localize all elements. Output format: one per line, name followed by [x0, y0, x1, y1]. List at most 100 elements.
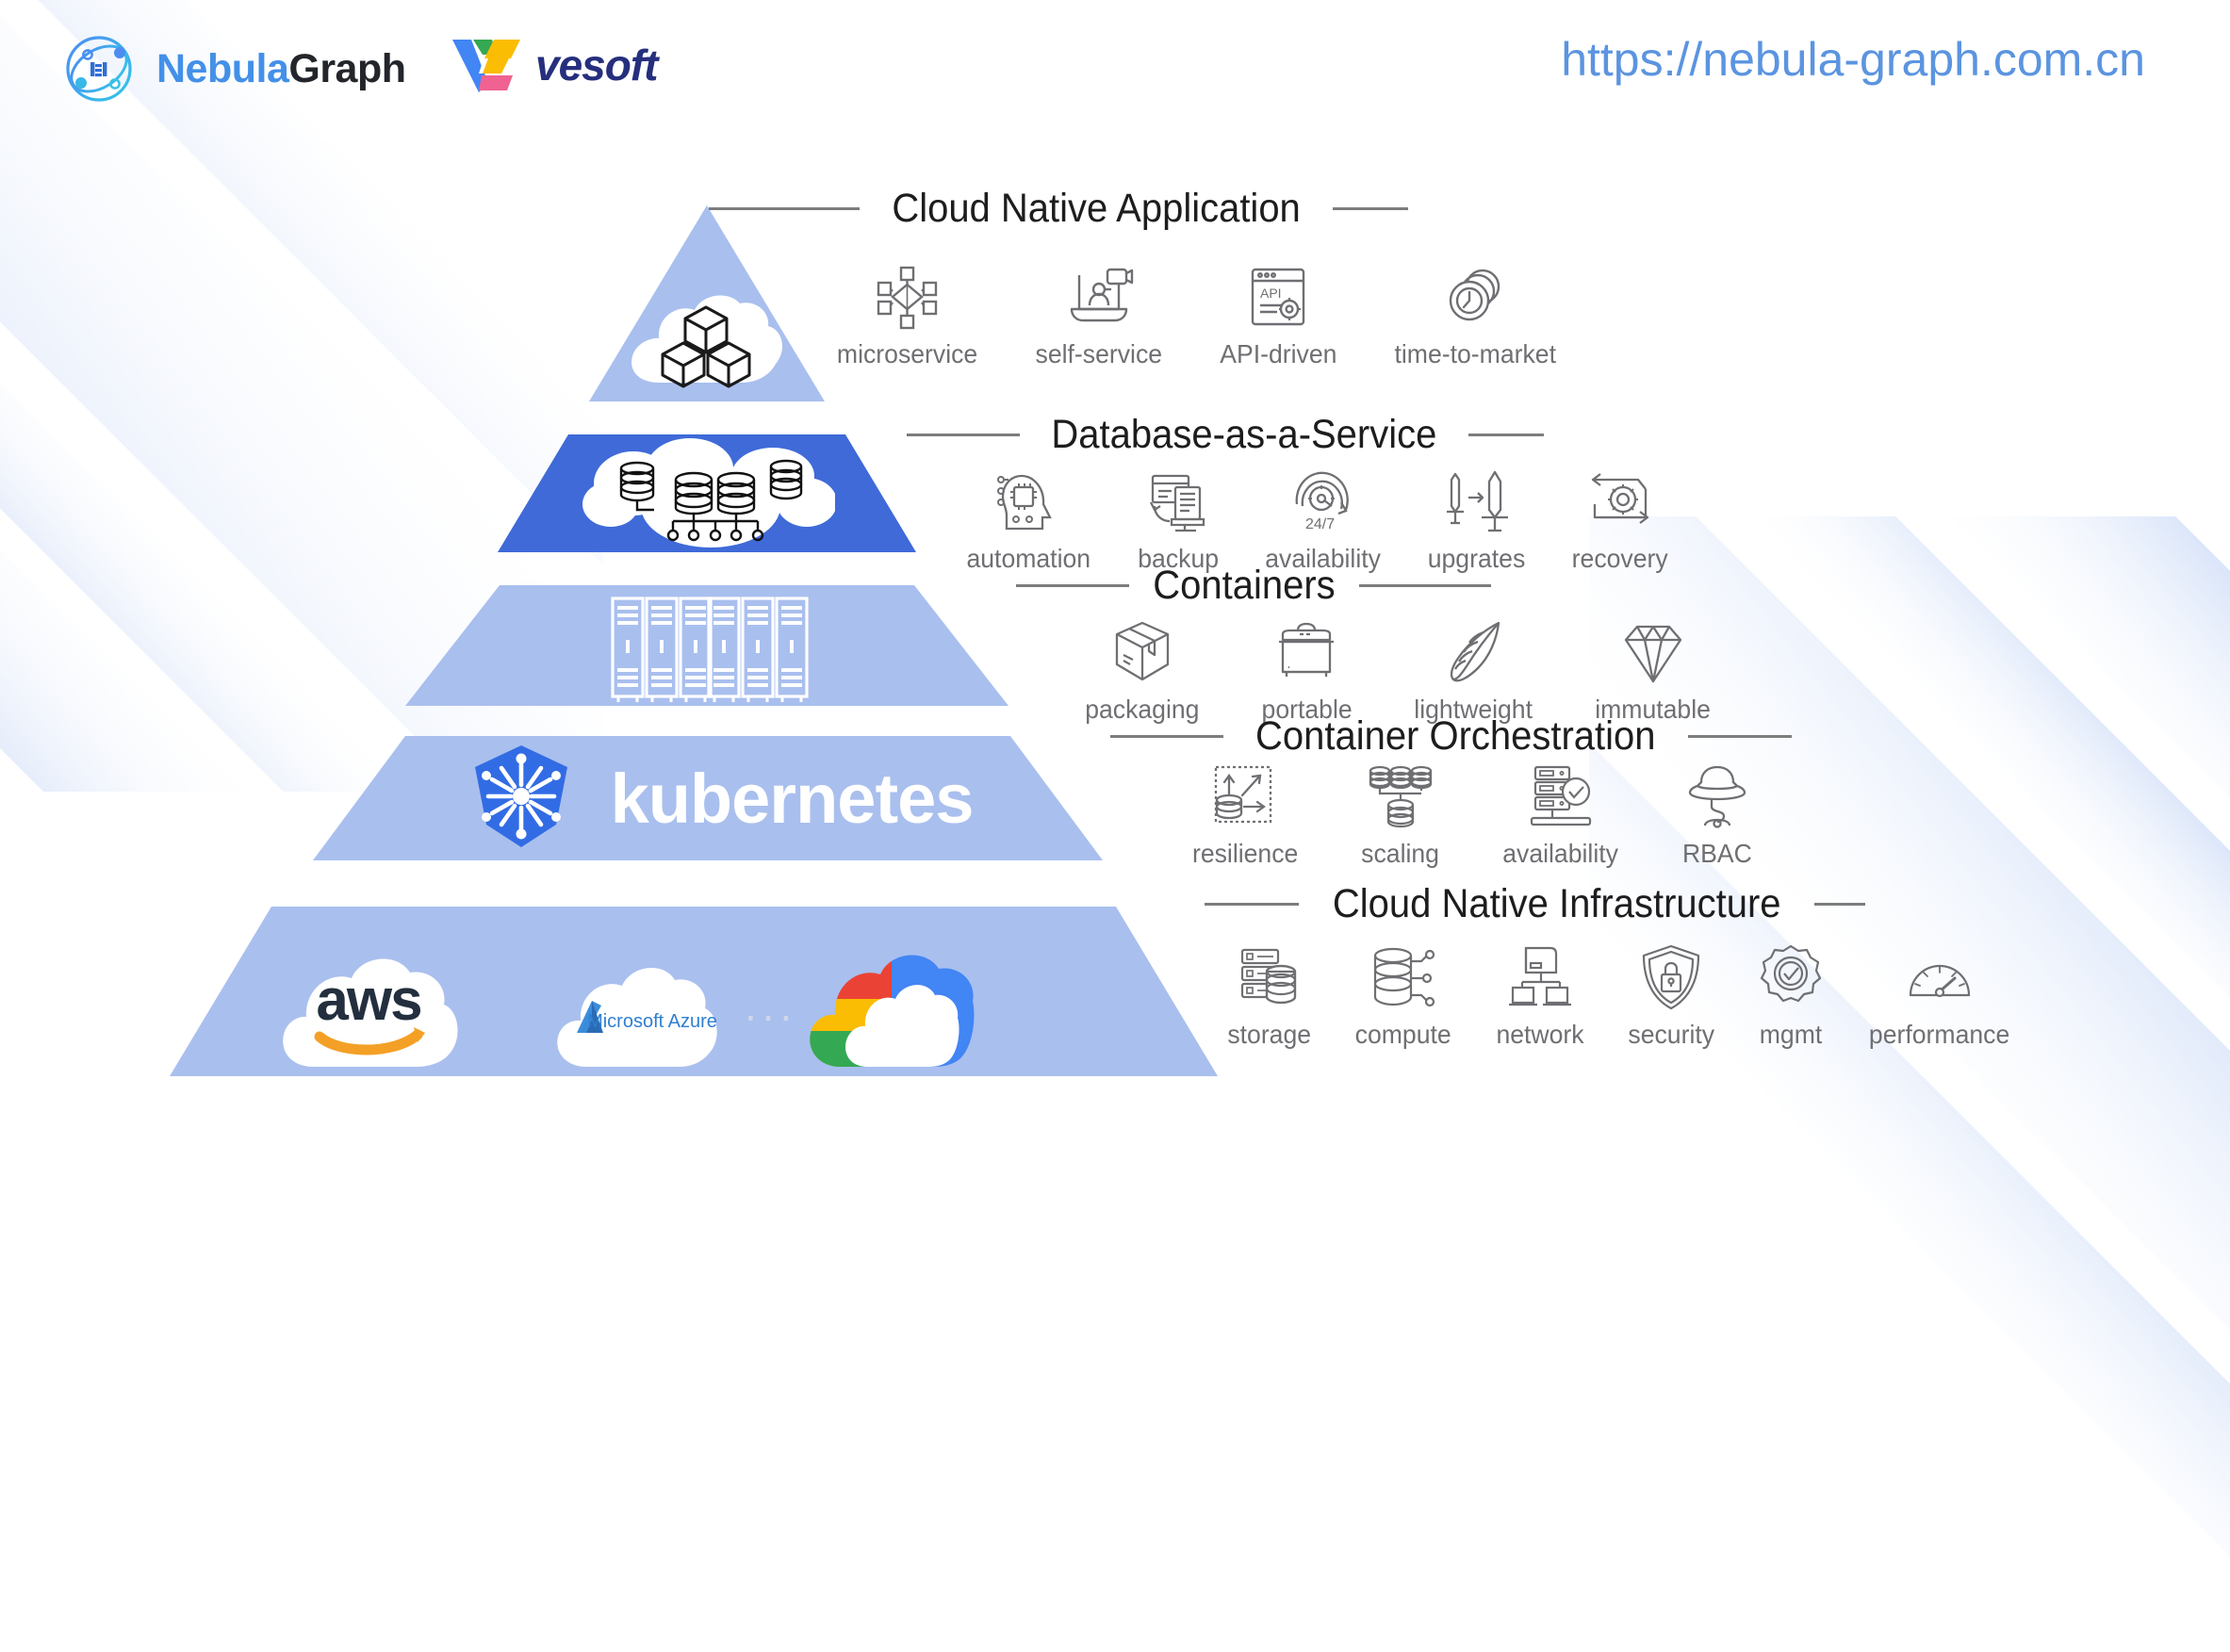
clouds-with-databases-icon [579, 438, 835, 549]
feature-label: compute [1355, 1020, 1452, 1049]
database-tree-icon [1366, 761, 1435, 831]
caption-rule-left [1205, 903, 1299, 906]
feature-backup[interactable]: backup [1136, 466, 1221, 572]
feature-resilience[interactable]: resilience [1189, 761, 1301, 867]
gear-check-icon [1756, 942, 1826, 1012]
feature-portable[interactable]: portable [1259, 617, 1354, 723]
server-check-icon [1526, 761, 1596, 831]
caption-rule-left [907, 433, 1020, 436]
server-racks-icon [605, 595, 809, 704]
azure-cloud-logo[interactable]: Microsoft Azure [550, 937, 720, 1069]
feature-compute[interactable]: compute [1353, 942, 1453, 1048]
feature-row-database-as-a-service: automation backup 24/7 availability upgr… [963, 466, 1670, 572]
caption-container-orchestration: Container Orchestration [1110, 716, 1792, 757]
feature-storage[interactable]: storage [1225, 942, 1313, 1048]
caption-containers: Containers [1016, 565, 1491, 606]
gauge-icon [1905, 942, 1975, 1012]
layer-database-as-a-service [498, 434, 916, 552]
svg-text:Microsoft Azure: Microsoft Azure [587, 1011, 717, 1032]
feature-self-service[interactable]: self-service [1032, 262, 1166, 368]
feature-packaging[interactable]: packaging [1082, 617, 1203, 723]
api-window-gear-icon: API [1243, 262, 1313, 332]
feature-label: recovery [1571, 544, 1668, 573]
caption-rule-right [1333, 207, 1409, 210]
feature-security[interactable]: security [1626, 942, 1716, 1048]
feature-row-container-orchestration: resilience scaling availability RBAC [1189, 761, 1753, 867]
aws-cloud-logo[interactable]: aws [276, 929, 461, 1069]
feature-mgmt[interactable]: mgmt [1756, 942, 1826, 1048]
feature-row-containers: packaging portable lightweight immutable [1082, 617, 1713, 723]
feature-label: resilience [1191, 839, 1299, 868]
caption-title: Container Orchestration [1254, 713, 1656, 759]
feature-label: network [1496, 1020, 1584, 1049]
caption-title: Cloud Native Infrastructure [1332, 881, 1781, 926]
feature-upgrates[interactable]: upgrates [1425, 466, 1528, 572]
caption-rule-left [709, 207, 860, 210]
feature-row-cloud-native-application: microservice self-service API API-driven… [833, 262, 1561, 368]
gear-refresh-icon [1585, 466, 1655, 536]
caption-rule-left [1110, 735, 1223, 738]
caption-rule-left [1016, 584, 1129, 587]
ellipsis: ... [745, 981, 798, 1030]
feature-label: API-driven [1220, 339, 1337, 368]
cardboard-box-icon [1107, 617, 1177, 687]
detective-hat-icon [1682, 761, 1752, 831]
feature-immutable[interactable]: immutable [1592, 617, 1713, 723]
feature-microservice[interactable]: microservice [833, 262, 981, 368]
feature-availability-k8s[interactable]: availability [1500, 761, 1621, 867]
feature-recovery[interactable]: recovery [1569, 466, 1670, 572]
compute-cylinder-icon [1369, 942, 1438, 1012]
feature-label: performance [1869, 1020, 2010, 1049]
microservice-nodes-icon [873, 262, 943, 332]
caption-title: Containers [1153, 563, 1336, 608]
network-nodes-icon [1505, 942, 1575, 1012]
cloud-with-cubes-icon [625, 271, 789, 392]
feature-api-driven[interactable]: API API-driven [1217, 262, 1340, 368]
feature-label: self-service [1035, 339, 1163, 368]
feature-scaling[interactable]: scaling [1359, 761, 1441, 867]
svg-text:API: API [1260, 286, 1282, 301]
caption-database-as-a-service: Database-as-a-Service [907, 415, 1544, 455]
feature-availability[interactable]: 24/7 availability [1262, 466, 1384, 572]
feature-label: security [1628, 1020, 1714, 1049]
feature-label: storage [1227, 1020, 1312, 1049]
caption-rule-right [1687, 735, 1792, 738]
24-7-dial-icon: 24/7 [1287, 466, 1357, 536]
feature-automation[interactable]: automation [963, 466, 1094, 572]
feature-lightweight[interactable]: lightweight [1411, 617, 1535, 723]
feature-network[interactable]: network [1494, 942, 1586, 1048]
feature-rbac[interactable]: RBAC [1681, 761, 1754, 867]
layer-cloud-native-application [589, 205, 825, 401]
storage-server-icon [1235, 942, 1304, 1012]
scale-arrows-db-icon [1210, 761, 1280, 831]
cloud-native-stack-pyramid: Cloud Native Application microservice se… [0, 0, 2230, 1251]
feature-performance[interactable]: performance [1865, 942, 2013, 1048]
caption-rule-right [1358, 584, 1491, 587]
shield-lock-icon [1636, 942, 1706, 1012]
self-service-laptop-icon [1064, 262, 1134, 332]
caption-cloud-native-application: Cloud Native Application [709, 186, 1409, 231]
svg-text:24/7: 24/7 [1305, 516, 1335, 532]
feature-row-cloud-native-infrastructure: storage compute network security mgmt pe… [1225, 942, 2014, 1048]
backup-monitor-icon [1143, 466, 1213, 536]
layer-container-orchestration: kubernetes [313, 736, 1103, 860]
svg-text:aws: aws [316, 968, 420, 1033]
caption-rule-right [1814, 903, 1866, 906]
sword-upgrade-icon [1442, 466, 1512, 536]
gcp-cloud-logo[interactable] [801, 927, 976, 1069]
diamond-icon [1618, 617, 1688, 687]
caption-cloud-native-infrastructure: Cloud Native Infrastructure [1205, 881, 1866, 926]
feather-icon [1438, 617, 1508, 687]
layer-cloud-native-infrastructure: aws Microsoft Azure ... [170, 907, 1218, 1076]
toolbox-icon [1271, 617, 1341, 687]
feature-time-to-market[interactable]: time-to-market [1390, 262, 1560, 368]
kubernetes-logo: kubernetes [454, 742, 982, 857]
ai-head-chip-icon [993, 466, 1063, 536]
feature-label: time-to-market [1394, 339, 1557, 368]
feature-label: mgmt [1760, 1020, 1823, 1049]
caption-title: Cloud Native Application [892, 186, 1301, 231]
feature-label: RBAC [1681, 839, 1752, 868]
feature-label: scaling [1361, 839, 1440, 868]
kubernetes-wordmark: kubernetes [610, 760, 975, 838]
feature-label: microservice [836, 339, 978, 368]
